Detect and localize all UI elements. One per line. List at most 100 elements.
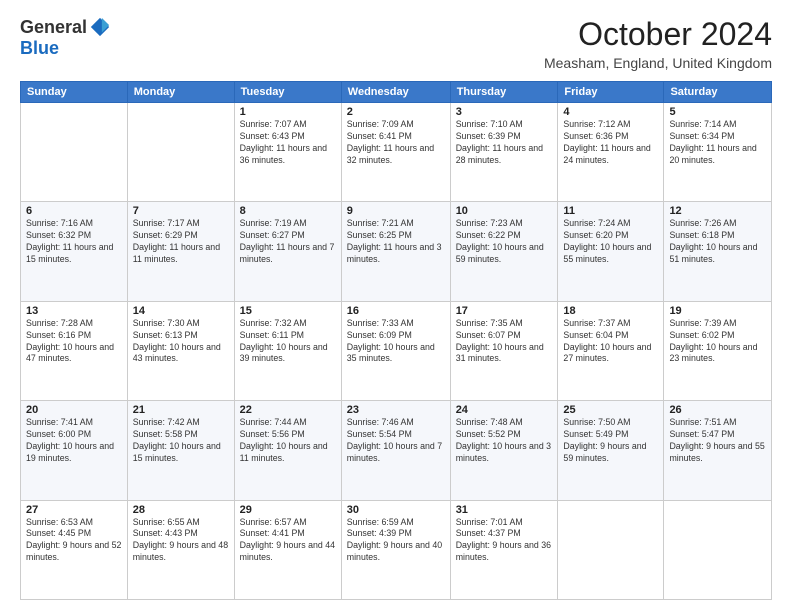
calendar-day-cell: 30Sunrise: 6:59 AM Sunset: 4:39 PM Dayli… [341,500,450,599]
calendar-day-cell [127,103,234,202]
calendar-day-cell: 1Sunrise: 7:07 AM Sunset: 6:43 PM Daylig… [234,103,341,202]
day-detail: Sunrise: 7:26 AM Sunset: 6:18 PM Dayligh… [669,218,766,266]
day-number: 3 [456,106,553,118]
day-detail: Sunrise: 7:42 AM Sunset: 5:58 PM Dayligh… [133,417,229,465]
day-number: 31 [456,504,553,516]
day-detail: Sunrise: 6:59 AM Sunset: 4:39 PM Dayligh… [347,517,445,565]
day-detail: Sunrise: 7:24 AM Sunset: 6:20 PM Dayligh… [563,218,658,266]
day-number: 16 [347,305,445,317]
day-detail: Sunrise: 7:01 AM Sunset: 4:37 PM Dayligh… [456,517,553,565]
day-number: 19 [669,305,766,317]
calendar-day-cell [664,500,772,599]
weekday-header-cell: Monday [127,82,234,103]
day-detail: Sunrise: 7:16 AM Sunset: 6:32 PM Dayligh… [26,218,122,266]
day-number: 8 [240,205,336,217]
day-detail: Sunrise: 6:53 AM Sunset: 4:45 PM Dayligh… [26,517,122,565]
day-number: 23 [347,404,445,416]
calendar-day-cell: 17Sunrise: 7:35 AM Sunset: 6:07 PM Dayli… [450,301,558,400]
calendar-day-cell: 15Sunrise: 7:32 AM Sunset: 6:11 PM Dayli… [234,301,341,400]
day-number: 10 [456,205,553,217]
day-detail: Sunrise: 7:35 AM Sunset: 6:07 PM Dayligh… [456,318,553,366]
day-number: 1 [240,106,336,118]
calendar-body: 1Sunrise: 7:07 AM Sunset: 6:43 PM Daylig… [21,103,772,600]
day-number: 13 [26,305,122,317]
day-detail: Sunrise: 7:51 AM Sunset: 5:47 PM Dayligh… [669,417,766,465]
calendar-day-cell: 19Sunrise: 7:39 AM Sunset: 6:02 PM Dayli… [664,301,772,400]
day-number: 15 [240,305,336,317]
calendar-day-cell: 6Sunrise: 7:16 AM Sunset: 6:32 PM Daylig… [21,202,128,301]
day-number: 28 [133,504,229,516]
day-detail: Sunrise: 6:57 AM Sunset: 4:41 PM Dayligh… [240,517,336,565]
weekday-header-cell: Thursday [450,82,558,103]
calendar-day-cell: 29Sunrise: 6:57 AM Sunset: 4:41 PM Dayli… [234,500,341,599]
calendar-day-cell: 31Sunrise: 7:01 AM Sunset: 4:37 PM Dayli… [450,500,558,599]
day-number: 26 [669,404,766,416]
calendar-day-cell [21,103,128,202]
day-detail: Sunrise: 7:07 AM Sunset: 6:43 PM Dayligh… [240,119,336,167]
logo-icon [89,16,111,38]
day-detail: Sunrise: 7:09 AM Sunset: 6:41 PM Dayligh… [347,119,445,167]
day-detail: Sunrise: 6:55 AM Sunset: 4:43 PM Dayligh… [133,517,229,565]
day-detail: Sunrise: 7:48 AM Sunset: 5:52 PM Dayligh… [456,417,553,465]
calendar-week-row: 13Sunrise: 7:28 AM Sunset: 6:16 PM Dayli… [21,301,772,400]
calendar-day-cell: 5Sunrise: 7:14 AM Sunset: 6:34 PM Daylig… [664,103,772,202]
day-detail: Sunrise: 7:46 AM Sunset: 5:54 PM Dayligh… [347,417,445,465]
day-detail: Sunrise: 7:23 AM Sunset: 6:22 PM Dayligh… [456,218,553,266]
day-number: 4 [563,106,658,118]
calendar-day-cell: 11Sunrise: 7:24 AM Sunset: 6:20 PM Dayli… [558,202,664,301]
day-detail: Sunrise: 7:19 AM Sunset: 6:27 PM Dayligh… [240,218,336,266]
day-detail: Sunrise: 7:14 AM Sunset: 6:34 PM Dayligh… [669,119,766,167]
calendar-day-cell: 20Sunrise: 7:41 AM Sunset: 6:00 PM Dayli… [21,401,128,500]
day-number: 11 [563,205,658,217]
weekday-header-cell: Saturday [664,82,772,103]
header: General Blue October 2024 Measham, Engla… [20,16,772,71]
calendar-day-cell [558,500,664,599]
calendar-week-row: 27Sunrise: 6:53 AM Sunset: 4:45 PM Dayli… [21,500,772,599]
day-number: 9 [347,205,445,217]
calendar-day-cell: 7Sunrise: 7:17 AM Sunset: 6:29 PM Daylig… [127,202,234,301]
calendar-day-cell: 28Sunrise: 6:55 AM Sunset: 4:43 PM Dayli… [127,500,234,599]
day-number: 25 [563,404,658,416]
calendar-day-cell: 27Sunrise: 6:53 AM Sunset: 4:45 PM Dayli… [21,500,128,599]
month-title: October 2024 [544,16,772,53]
calendar-day-cell: 12Sunrise: 7:26 AM Sunset: 6:18 PM Dayli… [664,202,772,301]
title-block: October 2024 Measham, England, United Ki… [544,16,772,71]
calendar-day-cell: 25Sunrise: 7:50 AM Sunset: 5:49 PM Dayli… [558,401,664,500]
calendar-day-cell: 16Sunrise: 7:33 AM Sunset: 6:09 PM Dayli… [341,301,450,400]
day-detail: Sunrise: 7:12 AM Sunset: 6:36 PM Dayligh… [563,119,658,167]
day-detail: Sunrise: 7:21 AM Sunset: 6:25 PM Dayligh… [347,218,445,266]
day-number: 7 [133,205,229,217]
calendar-day-cell: 13Sunrise: 7:28 AM Sunset: 6:16 PM Dayli… [21,301,128,400]
day-number: 5 [669,106,766,118]
day-number: 22 [240,404,336,416]
day-number: 30 [347,504,445,516]
day-number: 12 [669,205,766,217]
day-detail: Sunrise: 7:32 AM Sunset: 6:11 PM Dayligh… [240,318,336,366]
logo-general-text: General [20,17,87,38]
day-detail: Sunrise: 7:39 AM Sunset: 6:02 PM Dayligh… [669,318,766,366]
day-detail: Sunrise: 7:33 AM Sunset: 6:09 PM Dayligh… [347,318,445,366]
calendar-week-row: 6Sunrise: 7:16 AM Sunset: 6:32 PM Daylig… [21,202,772,301]
day-number: 27 [26,504,122,516]
calendar-day-cell: 26Sunrise: 7:51 AM Sunset: 5:47 PM Dayli… [664,401,772,500]
day-number: 20 [26,404,122,416]
day-number: 21 [133,404,229,416]
calendar-week-row: 20Sunrise: 7:41 AM Sunset: 6:00 PM Dayli… [21,401,772,500]
weekday-header-cell: Wednesday [341,82,450,103]
day-detail: Sunrise: 7:44 AM Sunset: 5:56 PM Dayligh… [240,417,336,465]
day-detail: Sunrise: 7:30 AM Sunset: 6:13 PM Dayligh… [133,318,229,366]
calendar-day-cell: 8Sunrise: 7:19 AM Sunset: 6:27 PM Daylig… [234,202,341,301]
calendar-day-cell: 22Sunrise: 7:44 AM Sunset: 5:56 PM Dayli… [234,401,341,500]
calendar-table: SundayMondayTuesdayWednesdayThursdayFrid… [20,81,772,600]
weekday-header-cell: Sunday [21,82,128,103]
day-detail: Sunrise: 7:37 AM Sunset: 6:04 PM Dayligh… [563,318,658,366]
calendar-day-cell: 9Sunrise: 7:21 AM Sunset: 6:25 PM Daylig… [341,202,450,301]
weekday-header-cell: Tuesday [234,82,341,103]
day-number: 17 [456,305,553,317]
calendar-day-cell: 3Sunrise: 7:10 AM Sunset: 6:39 PM Daylig… [450,103,558,202]
day-detail: Sunrise: 7:28 AM Sunset: 6:16 PM Dayligh… [26,318,122,366]
location-subtitle: Measham, England, United Kingdom [544,55,772,71]
logo: General Blue [20,16,111,59]
day-number: 2 [347,106,445,118]
calendar-week-row: 1Sunrise: 7:07 AM Sunset: 6:43 PM Daylig… [21,103,772,202]
